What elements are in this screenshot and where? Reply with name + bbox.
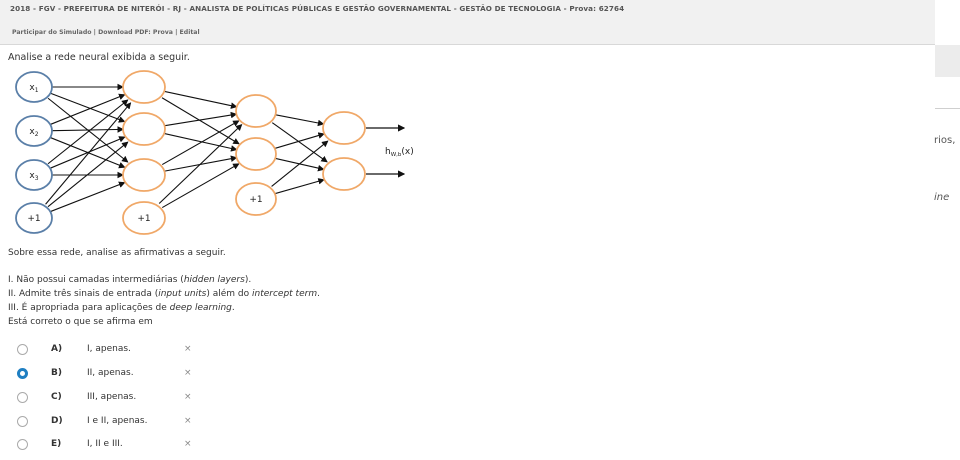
node-label: +1 xyxy=(137,214,150,224)
connection-edge xyxy=(271,140,329,187)
connection-edge xyxy=(275,178,325,195)
answer-option[interactable]: B) II, apenas. × xyxy=(17,368,217,382)
output-node xyxy=(322,157,366,191)
option-text[interactable]: I, apenas. xyxy=(87,344,131,354)
question-ask: Está correto o que se afirma em xyxy=(8,317,153,327)
option-letter: A) xyxy=(51,344,63,354)
answer-option[interactable]: E) I, II e III. × xyxy=(17,439,217,453)
option-text[interactable]: II, apenas. xyxy=(87,368,134,378)
hidden-node xyxy=(122,70,166,104)
hidden-node xyxy=(235,137,277,171)
eliminate-option-icon[interactable]: × xyxy=(184,392,192,402)
participate-simulation-link[interactable]: Participar do Simulado xyxy=(12,29,92,36)
network-nodes: x1x2x3+1 +1+1 xyxy=(15,70,366,235)
statement-2: II. Admite três sinais de entrada (input… xyxy=(8,289,320,299)
output-label: hW,b(x) xyxy=(385,147,414,158)
answer-option[interactable]: C) III, apenas. × xyxy=(17,392,217,406)
radio-button[interactable] xyxy=(17,392,28,403)
connection-edge xyxy=(275,114,325,127)
option-text[interactable]: III, apenas. xyxy=(87,392,136,402)
question-intro: Analise a rede neural exibida a seguir. xyxy=(8,52,190,63)
option-letter: C) xyxy=(51,392,62,402)
download-pdf-link[interactable]: Download PDF: Prova xyxy=(98,29,173,36)
answer-option[interactable]: D) I e II, apenas. × xyxy=(17,416,217,430)
option-letter: D) xyxy=(51,416,63,426)
connection-edge xyxy=(158,124,243,204)
option-letter: E) xyxy=(51,439,62,449)
option-text[interactable]: I e II, apenas. xyxy=(87,416,147,426)
connection-edge xyxy=(161,163,240,209)
connection-edge xyxy=(164,111,238,127)
side-panel-box xyxy=(935,45,960,77)
link-separator: | xyxy=(172,29,180,36)
option-letter: B) xyxy=(51,368,62,378)
connection-edge xyxy=(50,92,126,123)
eliminate-option-icon[interactable]: × xyxy=(184,439,192,449)
output-node xyxy=(322,111,366,145)
eliminate-option-icon[interactable]: × xyxy=(184,368,192,378)
node-label: +1 xyxy=(27,214,40,224)
edital-link[interactable]: Edital xyxy=(180,29,200,36)
statement-1: I. Não possui camadas intermediárias (hi… xyxy=(8,275,252,285)
header-links: Participar do Simulado | Download PDF: P… xyxy=(12,29,200,36)
connection-edge xyxy=(51,126,125,133)
hidden-node xyxy=(235,94,277,128)
connection-edge xyxy=(164,90,238,109)
exam-title: 2018 - FGV - PREFEITURA DE NITERÓI - RJ … xyxy=(10,4,625,13)
eliminate-option-icon[interactable]: × xyxy=(184,344,192,354)
radio-button[interactable] xyxy=(17,368,28,379)
option-text[interactable]: I, II e III. xyxy=(87,439,123,449)
radio-button[interactable] xyxy=(17,344,28,355)
eliminate-option-icon[interactable]: × xyxy=(184,416,192,426)
connection-edge xyxy=(275,132,325,149)
node-label: +1 xyxy=(249,195,262,205)
radio-button[interactable] xyxy=(17,416,28,427)
connection-edge xyxy=(50,181,126,212)
question-header: 2018 - FGV - PREFEITURA DE NITERÓI - RJ … xyxy=(0,0,935,45)
network-connections xyxy=(45,83,329,212)
answer-option[interactable]: A) I, apenas. × xyxy=(17,344,217,358)
question-prompt: Sobre essa rede, analise as afirmativas … xyxy=(8,248,226,258)
hidden-node xyxy=(122,112,166,146)
hidden-node xyxy=(122,158,166,192)
side-divider xyxy=(935,108,960,109)
side-text-fragment: ine xyxy=(934,192,950,203)
neural-network-diagram: x1x2x3+1 +1+1 hW,b(x) xyxy=(15,70,414,235)
side-text-fragment: rios, xyxy=(934,135,956,146)
connection-edge xyxy=(161,120,240,166)
radio-button[interactable] xyxy=(17,439,28,450)
statement-3: III. É apropriada para aplicações de dee… xyxy=(8,303,235,313)
connection-edge xyxy=(271,122,328,163)
